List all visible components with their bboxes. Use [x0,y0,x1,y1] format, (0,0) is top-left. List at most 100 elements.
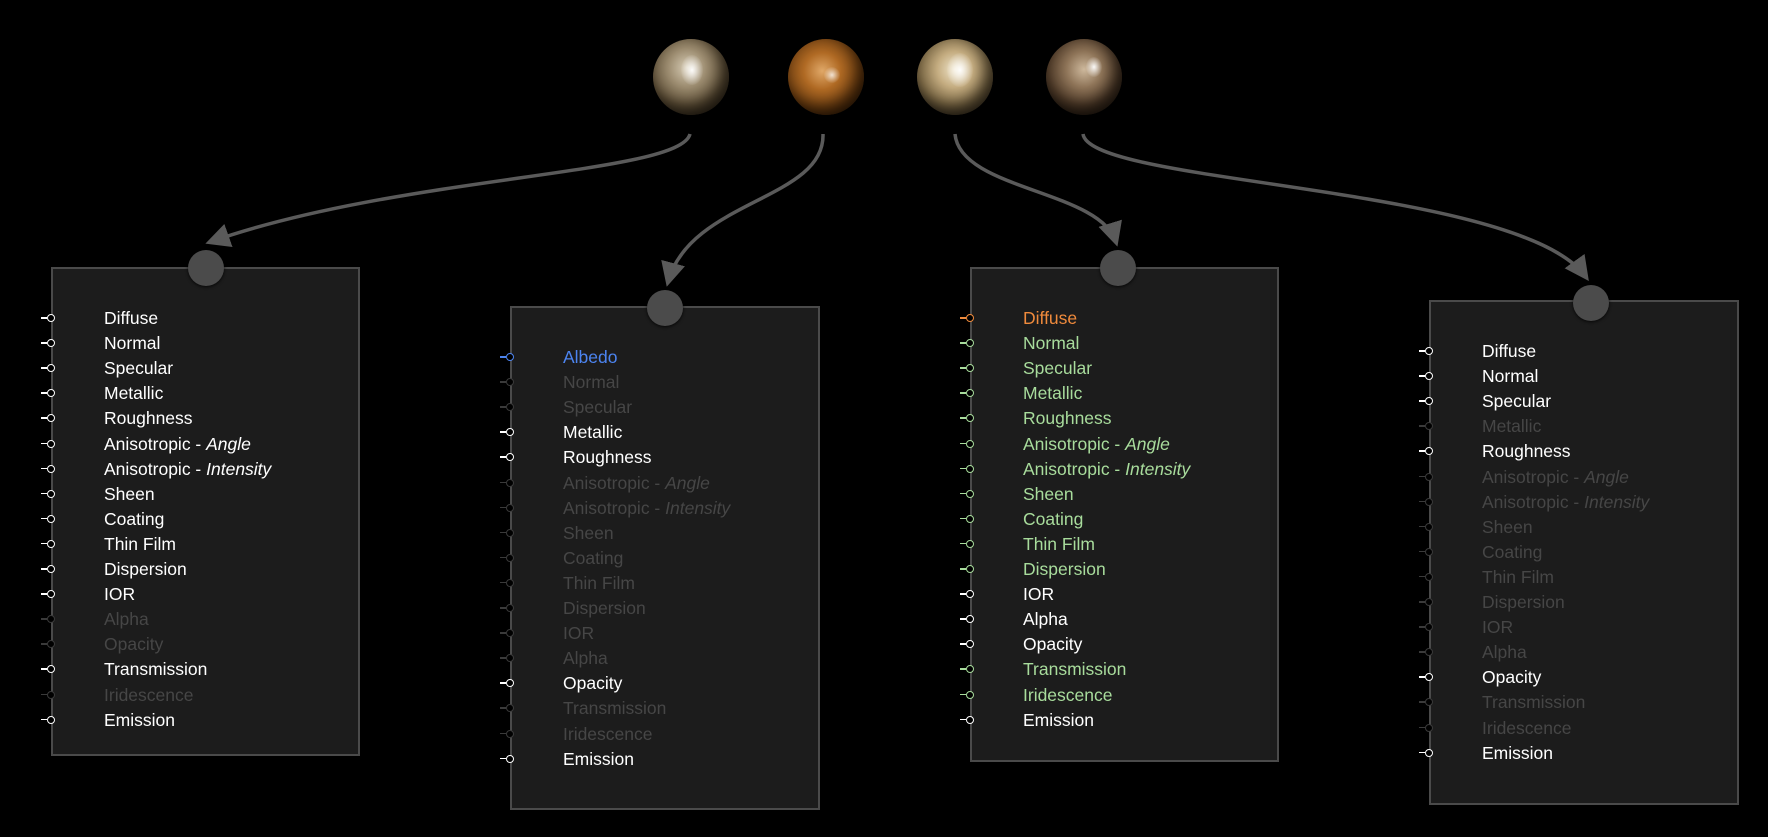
channel-port-icon[interactable] [1419,748,1433,757]
channel-port-icon[interactable] [500,503,514,512]
channel-port-icon[interactable] [960,715,974,724]
channel-port-icon[interactable] [960,464,974,473]
channel-port-icon[interactable] [500,403,514,412]
channel-port-icon[interactable] [500,528,514,537]
channel-item[interactable]: Diffuse [41,306,373,331]
input-node-handle[interactable] [1573,285,1609,321]
channel-item[interactable]: Normal [500,370,832,395]
channel-item[interactable]: Alpha [500,646,832,671]
channel-port-icon[interactable] [960,514,974,523]
channel-item[interactable]: Sheen [500,521,832,546]
channel-item[interactable]: Iridescence [41,683,373,708]
channel-port-icon[interactable] [41,439,55,448]
channel-port-icon[interactable] [960,565,974,573]
channel-port-icon[interactable] [41,640,55,649]
channel-item[interactable]: IOR [960,582,1292,607]
channel-port-icon[interactable] [1419,522,1433,531]
channel-port-icon[interactable] [500,553,514,562]
channel-item[interactable]: Diffuse [960,306,1292,331]
channel-port-icon[interactable] [500,453,514,462]
channel-item[interactable]: Alpha [41,607,373,632]
channel-item[interactable]: Anisotropic - Angle [41,432,373,457]
material-sphere-bronze[interactable] [1046,39,1122,115]
channel-item[interactable]: Transmission [960,657,1292,682]
channel-port-icon[interactable] [1419,648,1433,657]
channel-port-icon[interactable] [41,715,55,724]
channel-port-icon[interactable] [41,615,55,624]
channel-port-icon[interactable] [500,704,514,713]
channel-item[interactable]: Iridescence [960,683,1292,708]
channel-port-icon[interactable] [960,539,974,548]
channel-port-icon[interactable] [41,539,55,548]
channel-item[interactable]: Thin Film [500,571,832,596]
channel-port-icon[interactable] [41,690,55,699]
channel-item[interactable]: Opacity [960,632,1292,657]
channel-port-icon[interactable] [500,478,514,487]
channel-item[interactable]: Metallic [41,381,373,406]
channel-port-icon[interactable] [500,428,514,437]
channel-item[interactable]: Normal [960,331,1292,356]
channel-item[interactable]: Metallic [1419,414,1751,439]
channel-item[interactable]: Specular [960,356,1292,381]
channel-port-icon[interactable] [1419,397,1433,406]
channel-port-icon[interactable] [500,578,514,587]
channel-item[interactable]: Roughness [41,406,373,431]
channel-port-icon[interactable] [960,439,974,448]
channel-port-icon[interactable] [500,604,514,612]
channel-port-icon[interactable] [500,629,514,638]
channel-item[interactable]: Emission [1419,741,1751,766]
channel-item[interactable]: Anisotropic - Intensity [41,457,373,482]
channel-port-icon[interactable] [960,339,974,348]
channel-port-icon[interactable] [41,489,55,498]
channel-item[interactable]: Coating [960,507,1292,532]
channel-port-icon[interactable] [500,353,514,361]
channel-port-icon[interactable] [500,654,514,663]
channel-port-icon[interactable] [1419,422,1433,431]
channel-item[interactable]: Alpha [1419,640,1751,665]
channel-port-icon[interactable] [41,414,55,423]
channel-port-icon[interactable] [960,364,974,373]
channel-port-icon[interactable] [960,414,974,423]
channel-item[interactable]: Anisotropic - Intensity [960,457,1292,482]
channel-item[interactable]: Alpha [960,607,1292,632]
channel-item[interactable]: Emission [500,747,832,772]
channel-item[interactable]: Roughness [960,406,1292,431]
channel-port-icon[interactable] [41,464,55,473]
channel-item[interactable]: Anisotropic - Angle [1419,465,1751,490]
channel-port-icon[interactable] [500,729,514,738]
channel-port-icon[interactable] [960,665,974,674]
channel-port-icon[interactable] [1419,347,1433,355]
material-sphere-gold[interactable] [917,39,993,115]
channel-port-icon[interactable] [1419,547,1433,556]
channel-port-icon[interactable] [1419,572,1433,581]
channel-port-icon[interactable] [1419,598,1433,606]
channel-port-icon[interactable] [960,389,974,398]
channel-port-icon[interactable] [41,565,55,573]
channel-port-icon[interactable] [41,590,55,599]
channel-port-icon[interactable] [500,754,514,763]
channel-item[interactable]: IOR [1419,615,1751,640]
channel-item[interactable]: Emission [960,708,1292,733]
channel-item[interactable]: Roughness [1419,439,1751,464]
channel-port-icon[interactable] [1419,447,1433,456]
channel-item[interactable]: Transmission [500,696,832,721]
channel-item[interactable]: Normal [1419,364,1751,389]
channel-port-icon[interactable] [1419,698,1433,707]
channel-port-icon[interactable] [41,314,55,322]
input-node-handle[interactable] [647,290,683,326]
channel-port-icon[interactable] [1419,472,1433,481]
channel-item[interactable]: Roughness [500,445,832,470]
channel-item[interactable]: Dispersion [500,596,832,621]
channel-item[interactable]: Iridescence [1419,716,1751,741]
channel-item[interactable]: Coating [1419,540,1751,565]
channel-item[interactable]: Dispersion [41,557,373,582]
channel-item[interactable]: Thin Film [960,532,1292,557]
channel-item[interactable]: Emission [41,708,373,733]
channel-port-icon[interactable] [41,364,55,373]
channel-port-icon[interactable] [960,640,974,649]
channel-item[interactable]: Anisotropic - Intensity [500,496,832,521]
channel-item[interactable]: Coating [500,546,832,571]
channel-port-icon[interactable] [960,690,974,699]
channel-port-icon[interactable] [1419,372,1433,381]
channel-item[interactable]: Dispersion [960,557,1292,582]
